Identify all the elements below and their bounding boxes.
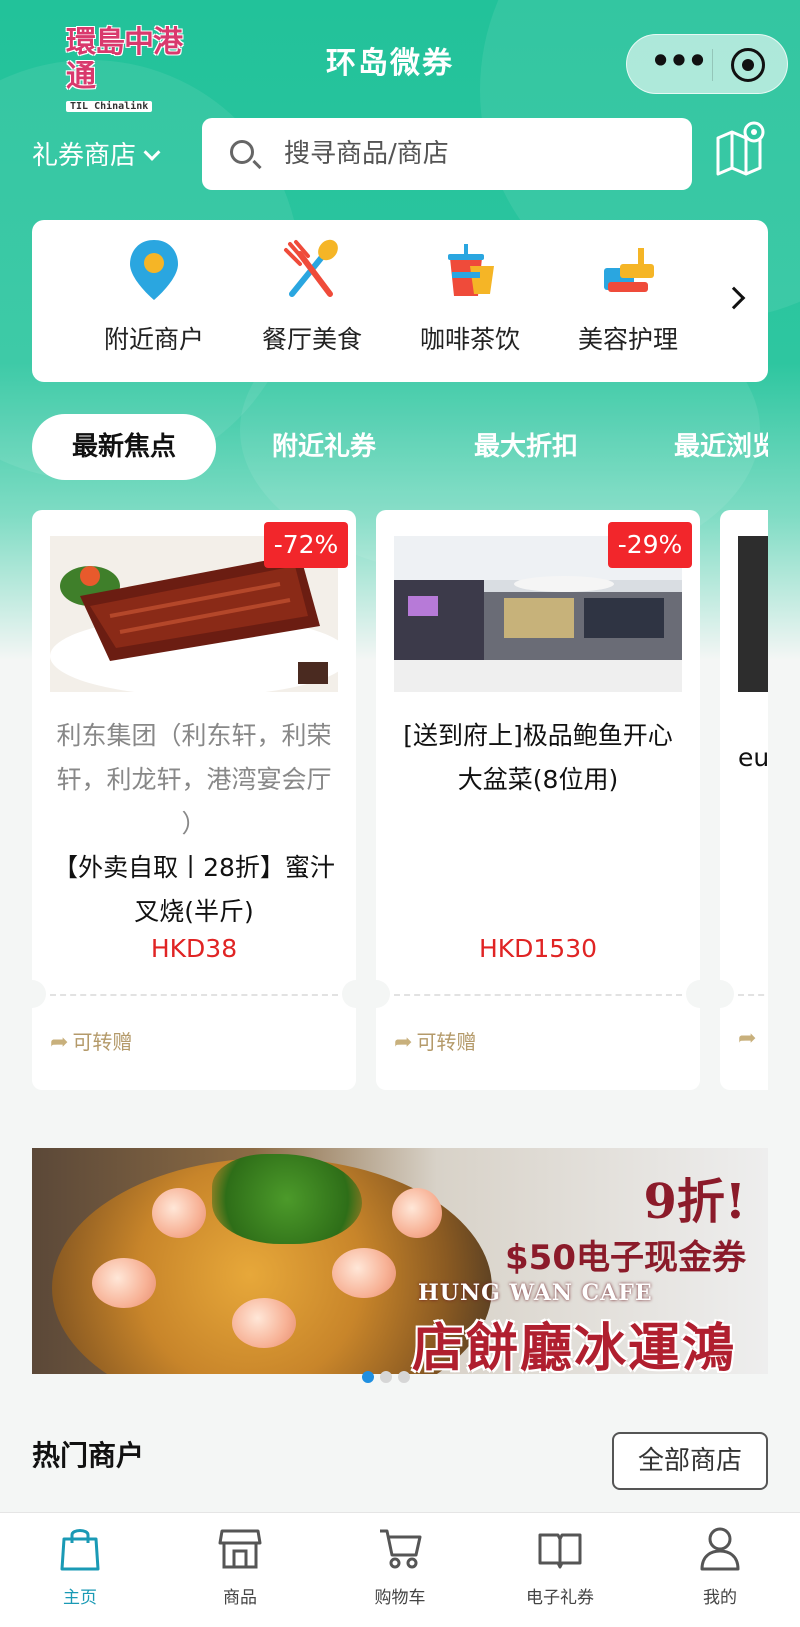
share-arrow-icon: ➦ [738, 1026, 757, 1051]
nav-label: 电子礼券 [526, 1588, 594, 1608]
carousel-indicator [362, 1368, 416, 1383]
product-price: HKD1530 [478, 934, 598, 963]
nav-label: 购物车 [374, 1588, 426, 1608]
product-card[interactable]: -29% [送到府上]极品鲍鱼开心大盆菜(8位用) HKD1530 ➦ 可转赠 [362, 510, 714, 1090]
shopping-bag-icon [58, 1525, 102, 1571]
fork-spoon-icon [282, 238, 342, 302]
user-icon [698, 1525, 742, 1571]
ticket-notch [32, 980, 46, 1008]
nav-e-vouchers[interactable]: 电子礼券 [490, 1525, 630, 1615]
discount-badge: -72% [264, 522, 348, 568]
nav-profile[interactable]: 我的 [650, 1525, 790, 1615]
map-pin-icon[interactable] [714, 120, 770, 176]
logo-subtext: TIL Chinalink [66, 101, 153, 112]
product-card[interactable]: eu ➦ [706, 510, 768, 1090]
category-label: 附近商户 [103, 325, 204, 354]
category-nearby[interactable]: 附近商户 [84, 238, 224, 368]
discount-badge: -29% [608, 522, 692, 568]
tab-max-discount[interactable]: 最大折扣 [474, 414, 578, 480]
banner-voucher: $50电子现金券 [505, 1238, 746, 1278]
storefront-icon [218, 1525, 262, 1571]
tab-nearby-vouchers[interactable]: 附近礼券 [272, 414, 376, 480]
category-label: 餐厅美食 [261, 325, 362, 354]
carousel-dot[interactable] [380, 1371, 392, 1383]
transferable-tag[interactable]: ➦ 可转赠 [50, 1026, 132, 1055]
share-arrow-icon: ➦ [50, 1030, 69, 1055]
ticket-notch [362, 980, 390, 1008]
chevron-down-icon [143, 143, 161, 161]
category-card: 附近商户 餐厅美食 咖啡茶饮 美容护理 [32, 220, 768, 382]
category-coffee-tea[interactable]: 咖啡茶饮 [400, 238, 540, 368]
dashed-divider [738, 994, 768, 996]
capsule-divider [712, 49, 713, 81]
banner-cafe-name-en: HUNG WAN CAFE [418, 1280, 653, 1306]
category-beauty[interactable]: 美容护理 [558, 238, 698, 368]
nav-home[interactable]: 主页 [10, 1525, 150, 1615]
transferable-label: 可转赠 [416, 1030, 477, 1054]
product-card[interactable]: -72% 利东集团（利东轩，利荣轩，利龙轩，港湾宴会厅 ） 【外卖自取丨28折】… [32, 510, 370, 1090]
promo-banner[interactable]: 9折! $50电子现金券 HUNG WAN CAFE 店餅廳冰運鴻 [32, 1148, 768, 1374]
transferable-tag[interactable]: ➦ 可转赠 [394, 1026, 476, 1055]
product-carousel: -72% 利东集团（利东轩，利荣轩，利龙轩，港湾宴会厅 ） 【外卖自取丨28折】… [32, 510, 768, 1090]
carousel-dot[interactable] [398, 1371, 410, 1383]
merchant-name: 利东集团（利东轩，利荣轩，利龙轩，港湾宴会厅 ） [56, 721, 332, 838]
nav-label: 商品 [223, 1588, 257, 1608]
search-bar[interactable] [202, 118, 692, 190]
all-stores-button[interactable]: 全部商店 [612, 1432, 768, 1490]
beauty-icon [598, 238, 658, 302]
shrimp-image [392, 1188, 442, 1238]
miniapp-capsule: ••• [626, 34, 788, 94]
store-type-label: 礼券商店 [32, 141, 137, 171]
drink-cup-icon [440, 238, 500, 302]
shrimp-image [232, 1298, 296, 1348]
search-input[interactable] [284, 132, 674, 176]
product-image [738, 536, 768, 692]
category-label: 美容护理 [577, 325, 678, 354]
product-price: HKD38 [150, 934, 238, 963]
banner-cafe-name-cn: 店餅廳冰運鴻 [412, 1318, 737, 1374]
logo-text: 環島中港通 [66, 25, 183, 94]
product-name: eu [738, 743, 768, 772]
shrimp-image [152, 1188, 206, 1238]
app-header: 環島中港通 TIL Chinalink 环岛微券 ••• [0, 0, 800, 120]
bottom-navigation: 主页 商品 购物车 电子礼券 我的 [0, 1512, 800, 1627]
chinalink-logo: 環島中港通 TIL Chinalink [66, 26, 206, 112]
category-label: 咖啡茶饮 [419, 325, 520, 354]
page-title: 环岛微券 [326, 46, 454, 81]
category-restaurant[interactable]: 餐厅美食 [242, 238, 382, 368]
nav-label: 我的 [703, 1588, 737, 1608]
hot-merchants-title: 热门商户 [32, 1439, 145, 1472]
transferable-label: 可转赠 [72, 1030, 133, 1054]
target-circle-icon[interactable] [731, 48, 765, 82]
tab-latest[interactable]: 最新焦点 [32, 414, 217, 480]
share-arrow-icon: ➦ [394, 1030, 413, 1055]
location-pin-icon [124, 238, 184, 302]
ticket-notch [706, 980, 734, 1008]
product-name: [送到府上]极品鲍鱼开心大盆菜(8位用) [403, 721, 673, 794]
shrimp-image [332, 1248, 396, 1298]
transferable-tag[interactable]: ➦ [738, 1026, 760, 1051]
dashed-divider [394, 994, 682, 996]
tab-bar: 最新焦点 附近礼券 最大折扣 最近浏览 [0, 400, 768, 500]
dashed-divider [50, 994, 338, 996]
product-name: 【外卖自取丨28折】蜜汁叉烧(半斤) [53, 853, 335, 926]
nav-cart[interactable]: 购物车 [330, 1525, 470, 1615]
store-type-dropdown[interactable]: 礼券商店 [32, 136, 161, 176]
shrimp-image [92, 1258, 156, 1308]
search-icon [230, 140, 254, 164]
carousel-dot-active[interactable] [362, 1371, 374, 1383]
open-book-icon [538, 1525, 582, 1571]
chevron-right-icon[interactable] [722, 286, 746, 310]
more-dots-icon[interactable]: ••• [649, 45, 707, 81]
nav-label: 主页 [63, 1588, 97, 1608]
tab-recently-viewed[interactable]: 最近浏览 [674, 414, 768, 480]
banner-discount: 9折! [643, 1174, 746, 1230]
nav-products[interactable]: 商品 [170, 1525, 310, 1615]
cart-icon [378, 1525, 422, 1571]
